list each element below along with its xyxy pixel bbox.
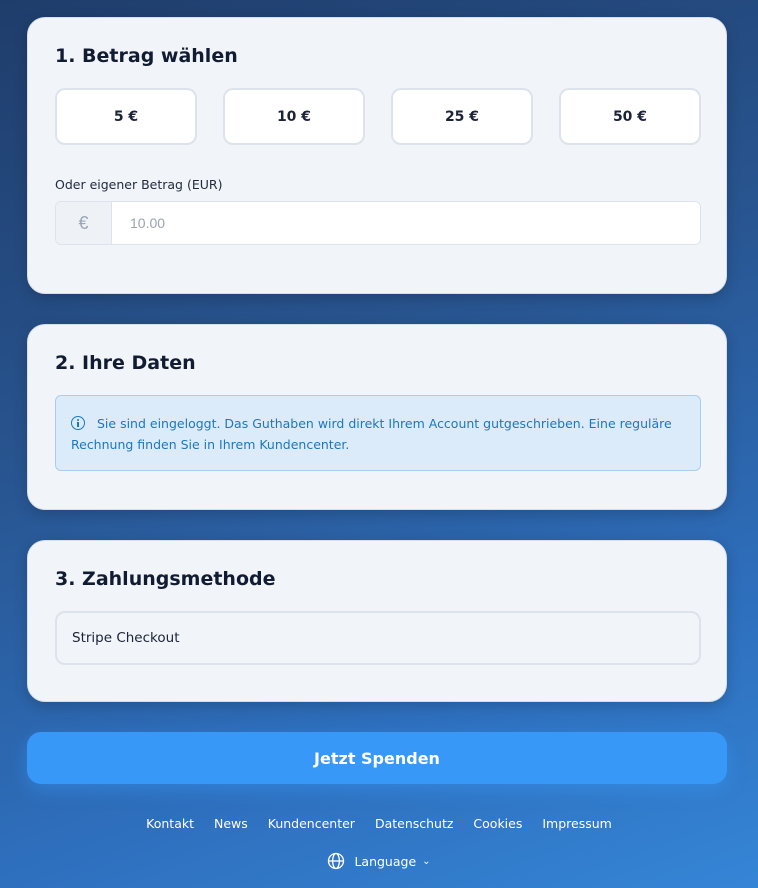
footer-nav: Kontakt News Kundencenter Datenschutz Co… (0, 816, 758, 831)
globe-icon (328, 852, 345, 870)
footer-link-kundencenter[interactable]: Kundencenter (268, 816, 355, 831)
footer-link-datenschutz[interactable]: Datenschutz (375, 816, 454, 831)
amount-option-50[interactable]: 50 € (559, 88, 701, 145)
amount-options: 5 € 10 € 25 € 50 € (55, 88, 701, 145)
chevron-down-icon: ⌄ (422, 855, 431, 867)
language-selector[interactable]: Language ⌄ (0, 852, 758, 870)
custom-amount-label: Oder eigener Betrag (EUR) (55, 177, 223, 192)
amount-option-5[interactable]: 5 € (55, 88, 197, 145)
payment-section-title: 3. Zahlungsmethode (55, 568, 276, 590)
login-info-alert: Sie sind eingeloggt. Das Guthaben wird d… (55, 395, 701, 471)
amount-card: 1. Betrag wählen 5 € 10 € 25 € 50 € Oder… (27, 17, 727, 294)
data-card: 2. Ihre Daten Sie sind eingeloggt. Das G… (27, 324, 727, 510)
amount-option-25[interactable]: 25 € (391, 88, 533, 145)
custom-amount-group: € (55, 201, 701, 245)
amount-section-title: 1. Betrag wählen (55, 45, 238, 67)
data-section-title: 2. Ihre Daten (55, 352, 196, 374)
footer-link-impressum[interactable]: Impressum (542, 816, 611, 831)
payment-method-option[interactable]: Stripe Checkout (55, 611, 701, 665)
amount-option-10[interactable]: 10 € (223, 88, 365, 145)
language-label: Language (354, 853, 417, 869)
login-info-text: Sie sind eingeloggt. Das Guthaben wird d… (71, 416, 672, 452)
footer-link-cookies[interactable]: Cookies (473, 816, 522, 831)
donate-button[interactable]: Jetzt Spenden (27, 732, 727, 784)
payment-method-label: Stripe Checkout (72, 630, 180, 646)
info-circle-icon (71, 416, 85, 430)
footer-link-news[interactable]: News (214, 816, 248, 831)
footer-link-kontakt[interactable]: Kontakt (146, 816, 194, 831)
custom-amount-input[interactable] (112, 202, 700, 244)
currency-prefix: € (56, 202, 112, 244)
payment-card: 3. Zahlungsmethode Stripe Checkout (27, 540, 727, 702)
